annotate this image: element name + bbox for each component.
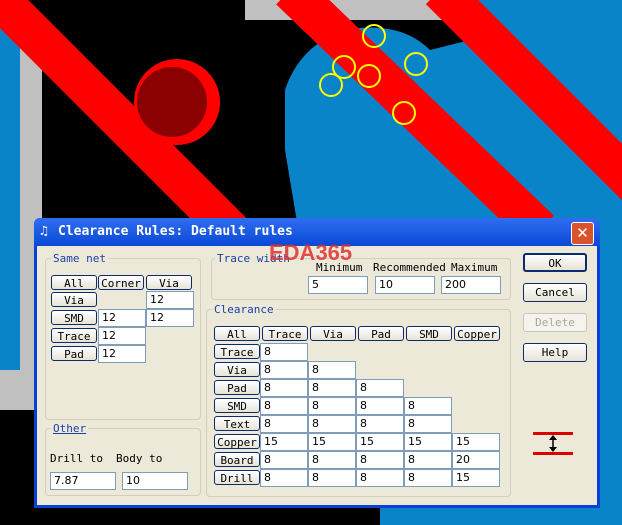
clearance-row-via[interactable]: Via [214,362,260,377]
clearance-cell-input[interactable]: 8 [356,469,404,487]
drill-to-label: Drill to [50,452,103,465]
trace-maximum-input[interactable]: 200 [441,276,501,294]
clearance-cell-input[interactable]: 15 [452,433,500,451]
clearance-cell-input[interactable]: 8 [260,397,308,415]
same-net-header-all[interactable]: All [51,275,97,290]
minimum-label: Minimum [316,261,363,274]
clearance-cell-input[interactable]: 8 [260,451,308,469]
clearance-cell-input[interactable]: 15 [308,433,356,451]
same-net-row-via[interactable]: Via [51,292,97,307]
clearance-diagram-icon [533,432,573,455]
clearance-cell-input[interactable]: 8 [308,451,356,469]
clearance-cell-input[interactable]: 8 [308,379,356,397]
clearance-row-text[interactable]: Text [214,416,260,431]
close-button[interactable]: ✕ [571,222,594,245]
clearance-cell-input[interactable]: 20 [452,451,500,469]
clearance-cell-input[interactable]: 8 [404,415,452,433]
clearance-cell-input[interactable]: 8 [260,379,308,397]
same-net-label: Same net [51,252,108,265]
clearance-cell-input[interactable]: 8 [308,397,356,415]
clearance-cell-input[interactable]: 8 [260,361,308,379]
clearance-cell-input[interactable]: 8 [356,415,404,433]
body-to-input[interactable]: 10 [122,472,188,490]
clearance-cell-input[interactable]: 8 [356,451,404,469]
cancel-button[interactable]: Cancel [523,283,587,302]
clearance-header-smd[interactable]: SMD [406,326,452,341]
other-label: Other [51,422,89,435]
same-net-row-pad[interactable]: Pad [51,346,97,361]
clearance-label: Clearance [212,303,276,316]
clearance-row-trace[interactable]: Trace [214,344,260,359]
clearance-header-copper[interactable]: Copper [454,326,500,341]
clearance-cell-input[interactable]: 15 [260,433,308,451]
clearance-row-smd[interactable]: SMD [214,398,260,413]
same-net-via-input[interactable]: 12 [146,291,194,309]
recommended-label: Recommended [373,261,446,274]
same-net-via-input[interactable]: 12 [146,309,194,327]
clearance-cell-input[interactable]: 15 [404,433,452,451]
same-net-row-smd[interactable]: SMD [51,310,97,325]
help-button[interactable]: Help [523,343,587,362]
same-net-corner-input[interactable]: 12 [98,309,146,327]
body-to-label: Body to [116,452,163,465]
app-icon: ♫ [40,224,48,239]
dialog-title: Clearance Rules: Default rules [58,224,293,239]
clearance-cell-input[interactable]: 8 [260,343,308,361]
drill-to-input[interactable]: 7.87 [50,472,116,490]
clearance-row-pad[interactable]: Pad [214,380,260,395]
same-net-header-corner[interactable]: Corner [98,275,144,290]
maximum-label: Maximum [451,261,498,274]
trace-minimum-input[interactable]: 5 [308,276,368,294]
clearance-cell-input[interactable]: 8 [404,469,452,487]
clearance-row-board[interactable]: Board [214,452,260,467]
clearance-cell-input[interactable]: 8 [260,469,308,487]
clearance-header-trace[interactable]: Trace [262,326,308,341]
clearance-cell-input[interactable]: 8 [356,379,404,397]
clearance-rules-dialog: ♫ Clearance Rules: Default rules ✕ Same … [34,218,600,508]
clearance-row-drill[interactable]: Drill [214,470,260,485]
clearance-header-all[interactable]: All [214,326,260,341]
ok-button[interactable]: OK [523,253,587,272]
clearance-cell-input[interactable]: 8 [308,469,356,487]
same-net-corner-input[interactable]: 12 [98,327,146,345]
clearance-cell-input[interactable]: 8 [404,397,452,415]
clearance-cell-input[interactable]: 15 [452,469,500,487]
clearance-header-via[interactable]: Via [310,326,356,341]
clearance-cell-input[interactable]: 8 [260,415,308,433]
clearance-row-copper[interactable]: Copper [214,434,260,449]
clearance-cell-input[interactable]: 8 [356,397,404,415]
same-net-corner-input[interactable]: 12 [98,345,146,363]
delete-button: Delete [523,313,587,332]
trace-recommended-input[interactable]: 10 [375,276,435,294]
clearance-cell-input[interactable]: 15 [356,433,404,451]
same-net-header-via[interactable]: Via [146,275,192,290]
clearance-cell-input[interactable]: 8 [308,361,356,379]
same-net-row-trace[interactable]: Trace [51,328,97,343]
clearance-cell-input[interactable]: 8 [404,451,452,469]
clearance-cell-input[interactable]: 8 [308,415,356,433]
clearance-header-pad[interactable]: Pad [358,326,404,341]
